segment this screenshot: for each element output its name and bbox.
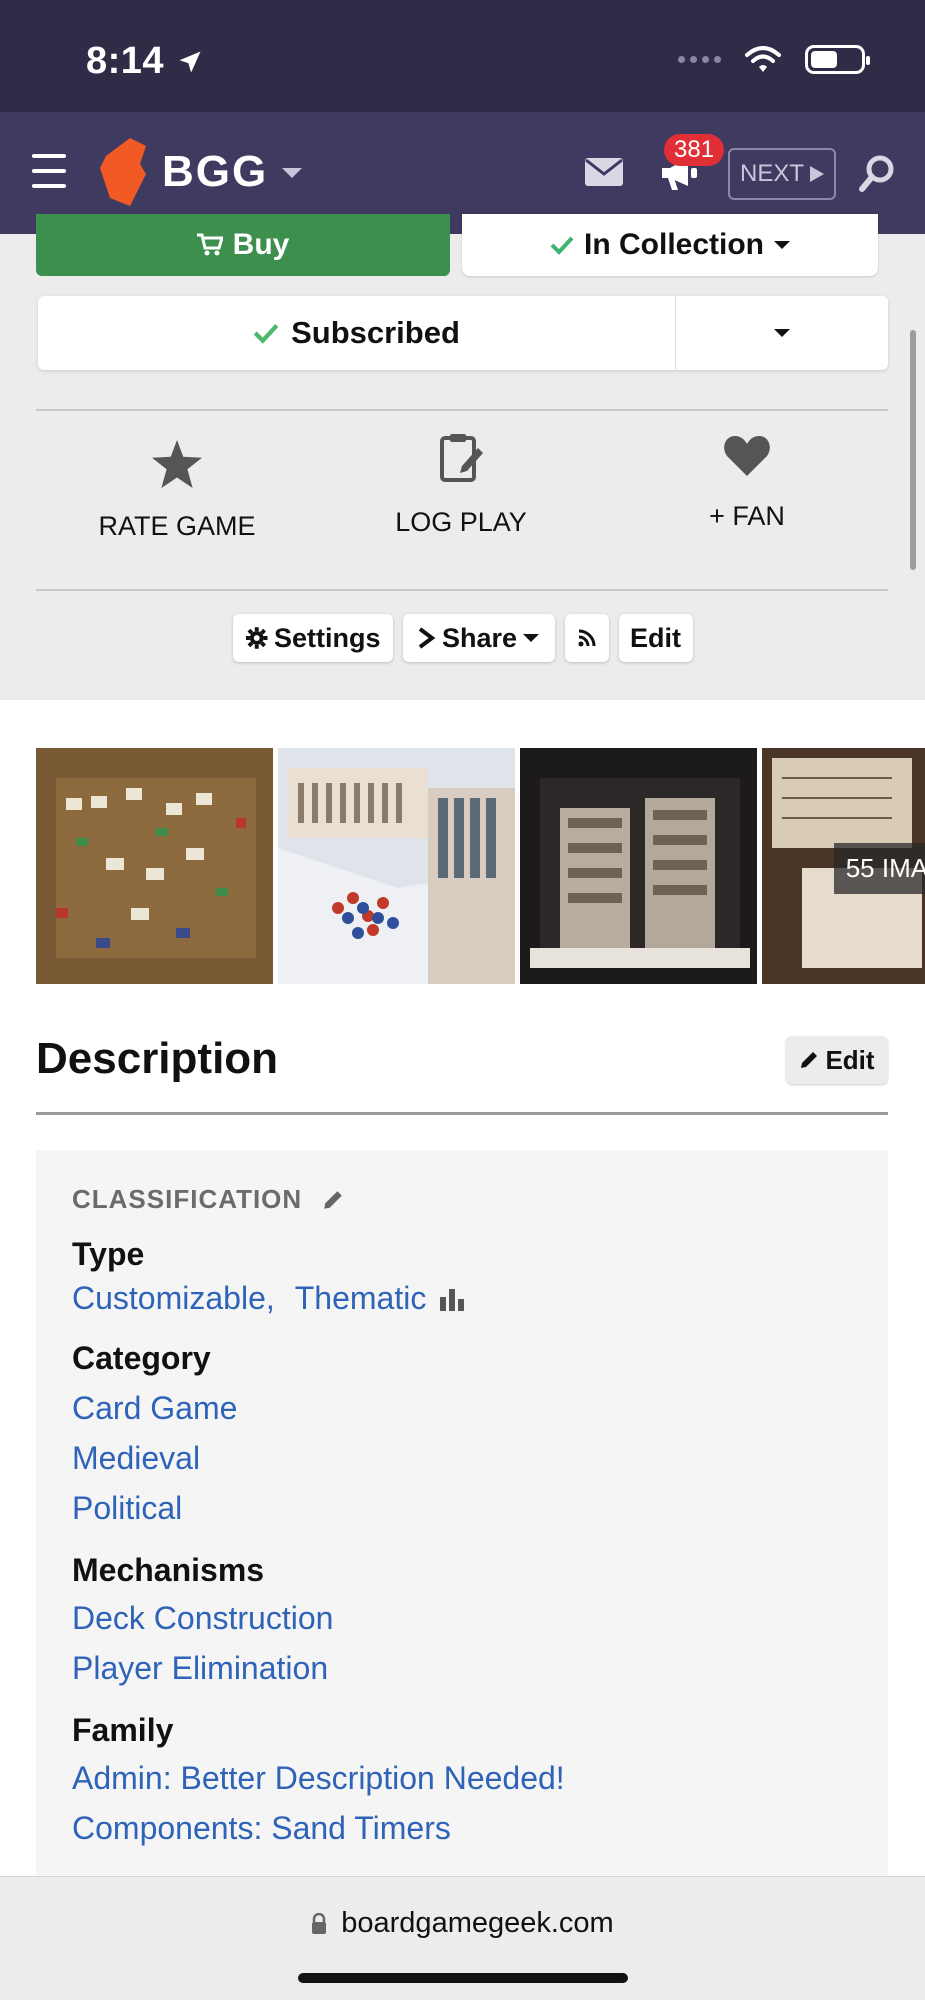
edit-label: Edit <box>630 622 681 653</box>
image-count-label[interactable]: 55 IMAGES <box>833 843 925 894</box>
share-icon <box>418 627 436 649</box>
logo-dropdown-icon[interactable] <box>282 168 302 178</box>
check-icon <box>550 236 574 255</box>
settings-label: Settings <box>273 622 381 653</box>
family-title: Family <box>72 1712 174 1748</box>
mechanism-link[interactable]: Deck Construction <box>72 1600 333 1637</box>
family-link[interactable]: Components: Sand Timers <box>72 1810 451 1847</box>
play-icon <box>810 166 824 182</box>
logo-mark-icon <box>100 138 146 206</box>
classification-panel: CLASSIFICATION Type Customizable, Themat… <box>36 1150 888 1890</box>
family-link[interactable]: Admin: Better Description Needed! <box>72 1760 565 1797</box>
subscribed-button[interactable]: Subscribed <box>38 296 676 370</box>
scrollbar[interactable] <box>910 330 916 570</box>
page: 8:14 BGG 381 NEXT Buy In Collection Subs… <box>0 0 925 2000</box>
search-icon[interactable] <box>858 154 896 194</box>
gallery-image-cards[interactable]: 55 IMAGES <box>762 748 925 984</box>
chevron-down-icon <box>774 241 790 249</box>
divider <box>36 1112 888 1115</box>
location-arrow-icon <box>179 51 201 72</box>
browser-bottom-bar: boardgamegeek.com <box>0 1876 925 2000</box>
log-play-button[interactable]: LOG PLAY <box>346 432 576 538</box>
gallery-image-game-table[interactable] <box>36 748 273 984</box>
description-edit-button[interactable]: Edit <box>786 1036 888 1084</box>
category-link[interactable]: Political <box>72 1490 182 1527</box>
notification-badge[interactable]: 381 <box>664 134 725 166</box>
next-button[interactable]: NEXT <box>728 148 836 200</box>
wifi-icon <box>745 46 781 72</box>
mechanism-link[interactable]: Player Elimination <box>72 1650 328 1687</box>
status-bar: 8:14 <box>0 0 925 112</box>
rss-button[interactable] <box>564 614 609 662</box>
category-link[interactable]: Card Game <box>72 1390 237 1427</box>
type-link-thematic[interactable]: Thematic <box>295 1280 427 1317</box>
pencil-icon <box>801 1052 818 1068</box>
share-label: Share <box>441 622 518 653</box>
chevron-down-icon <box>774 329 790 337</box>
subscribe-dropdown-button[interactable] <box>676 296 888 370</box>
rate-game-button[interactable]: RATE GAME <box>62 440 292 542</box>
divider <box>36 589 888 591</box>
home-indicator[interactable] <box>298 1973 628 1983</box>
pencil-icon[interactable] <box>322 1189 344 1211</box>
clipboard-edit-icon <box>440 434 483 482</box>
bgg-logo[interactable]: BGG <box>100 134 268 210</box>
log-play-label: LOG PLAY <box>395 507 527 537</box>
classification-label: CLASSIFICATION <box>72 1184 303 1214</box>
address-bar[interactable]: boardgamegeek.com <box>0 1907 925 1940</box>
check-icon <box>253 323 279 344</box>
cart-icon <box>196 233 223 256</box>
time-text: 8:14 <box>86 40 165 82</box>
chevron-down-icon <box>523 634 540 642</box>
fan-label: + FAN <box>709 501 785 531</box>
menu-icon[interactable] <box>32 154 66 188</box>
fan-button[interactable]: + FAN <box>632 434 862 532</box>
share-button[interactable]: Share <box>402 614 555 662</box>
type-links: Customizable, Thematic <box>72 1280 466 1317</box>
game-tools-row: Settings Share Edit <box>0 614 925 662</box>
type-title: Type <box>72 1236 145 1272</box>
next-label: NEXT <box>739 160 804 187</box>
logo-text: BGG <box>162 147 269 196</box>
buy-button[interactable]: Buy <box>36 214 450 276</box>
star-icon <box>152 440 202 488</box>
gallery-image-insert[interactable] <box>520 748 757 984</box>
url-text: boardgamegeek.com <box>341 1907 614 1939</box>
status-time: 8:14 <box>86 40 204 83</box>
image-gallery: 55 IMAGES <box>36 748 925 984</box>
heart-icon <box>724 436 770 476</box>
bar-chart-icon[interactable] <box>438 1285 466 1313</box>
collection-label: In Collection <box>584 228 764 261</box>
status-icons <box>678 44 870 74</box>
battery-icon <box>805 44 870 74</box>
category-title: Category <box>72 1340 211 1376</box>
divider <box>36 409 888 411</box>
lock-icon <box>312 1912 327 1934</box>
rate-game-label: RATE GAME <box>98 511 256 541</box>
game-actions-panel: Buy In Collection Subscribed RATE GAME L… <box>0 214 925 700</box>
in-collection-button[interactable]: In Collection <box>462 214 878 276</box>
type-link-customizable[interactable]: Customizable, <box>72 1280 275 1317</box>
rss-icon <box>578 629 595 647</box>
description-edit-label: Edit <box>825 1044 875 1075</box>
subscribed-label: Subscribed <box>291 315 460 350</box>
subscribe-control: Subscribed <box>38 296 888 370</box>
mechanisms-title: Mechanisms <box>72 1552 265 1588</box>
buy-label: Buy <box>232 228 290 261</box>
description-heading: Description <box>36 1034 279 1083</box>
settings-button[interactable]: Settings <box>232 614 393 662</box>
category-link[interactable]: Medieval <box>72 1440 200 1477</box>
edit-game-button[interactable]: Edit <box>618 614 693 662</box>
gear-icon <box>245 627 268 649</box>
gallery-image-timers[interactable] <box>278 748 515 984</box>
classification-heading: CLASSIFICATION <box>72 1184 344 1215</box>
signal-icon <box>678 55 721 63</box>
mail-icon[interactable] <box>585 158 623 186</box>
